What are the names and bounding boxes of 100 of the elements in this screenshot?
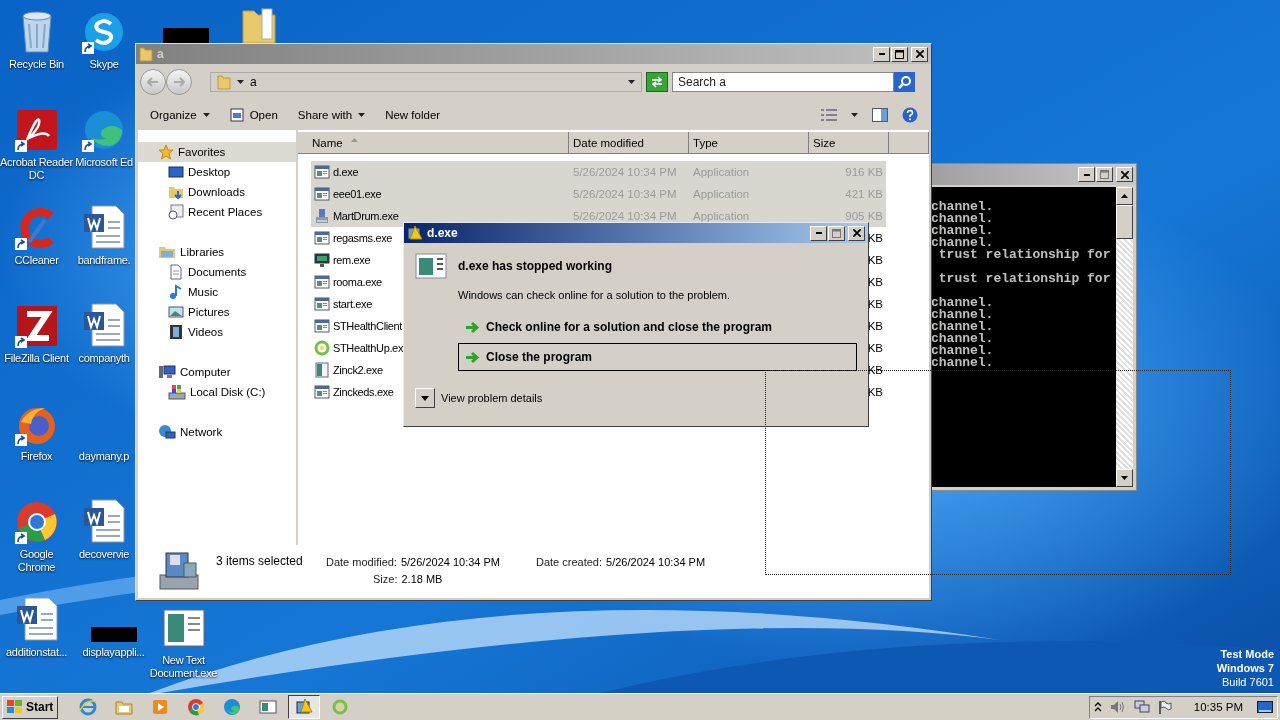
nav-item[interactable]: Favorites bbox=[138, 142, 296, 162]
maximize-icon bbox=[895, 49, 904, 59]
flag-icon[interactable] bbox=[1157, 700, 1172, 714]
windows-logo-icon bbox=[7, 700, 23, 714]
nav-item[interactable]: Computer bbox=[138, 362, 296, 382]
scroll-up-button[interactable] bbox=[1116, 187, 1133, 205]
desktop-shortcut[interactable]: additionstat... bbox=[0, 592, 73, 659]
word-document-icon bbox=[82, 498, 126, 544]
maximize-button[interactable] bbox=[828, 225, 845, 241]
file-name[interactable]: start.exe bbox=[311, 293, 375, 315]
column-header[interactable]: Date modified bbox=[569, 132, 689, 154]
minimize-button[interactable] bbox=[810, 225, 827, 241]
address-bar[interactable]: a bbox=[210, 72, 642, 92]
file-name[interactable]: STHealthClient bbox=[311, 315, 405, 337]
search-button[interactable] bbox=[894, 72, 915, 92]
download-folder-icon bbox=[168, 184, 184, 200]
desktop-icon bbox=[168, 164, 184, 180]
file-name[interactable]: Zinckeds.exe bbox=[311, 381, 396, 403]
chevron-up-icon[interactable] bbox=[1093, 702, 1102, 712]
caret-icon bbox=[237, 80, 244, 84]
pictures-icon bbox=[168, 304, 184, 320]
nav-item[interactable]: Libraries bbox=[138, 242, 296, 262]
nav-item[interactable]: Downloads bbox=[138, 182, 296, 202]
detail-value: 5/26/2024 10:34 PM bbox=[400, 556, 500, 568]
watermark-text: Windows 7 bbox=[1216, 661, 1274, 675]
column-header[interactable]: Size bbox=[809, 132, 889, 154]
nav-item[interactable]: Music bbox=[138, 282, 296, 302]
scroll-thumb[interactable] bbox=[1116, 205, 1133, 239]
desktop-shortcut[interactable]: Acrobat Reader DC bbox=[0, 102, 73, 182]
desktop-shortcut[interactable]: Skype bbox=[73, 4, 135, 71]
maximize-button[interactable] bbox=[1096, 167, 1113, 182]
star-icon bbox=[158, 144, 174, 160]
command-link[interactable]: Check online for a solution and close the program bbox=[458, 313, 857, 341]
minimize-button[interactable] bbox=[873, 46, 890, 62]
start-button[interactable]: Start bbox=[2, 695, 59, 719]
nav-item[interactable]: Pictures bbox=[138, 302, 296, 322]
folder-icon bbox=[115, 698, 134, 716]
size-cell: 916 KB bbox=[809, 161, 886, 183]
scrollbar[interactable] bbox=[1116, 187, 1133, 487]
desktop-shortcut[interactable]: bandframe. bbox=[73, 200, 135, 267]
desktop-shortcut[interactable]: CCleaner bbox=[0, 200, 73, 267]
column-header[interactable]: Name bbox=[298, 132, 569, 154]
detail-label: Size: bbox=[373, 573, 398, 585]
library-icon bbox=[158, 244, 176, 260]
nav-item[interactable]: Network bbox=[138, 422, 296, 442]
file-name[interactable]: STHealthUp.ex bbox=[311, 337, 406, 359]
nav-item[interactable]: Desktop bbox=[138, 162, 296, 182]
file-name[interactable]: Zinck2.exe bbox=[311, 359, 385, 381]
command-link[interactable]: Close the program bbox=[458, 343, 857, 371]
expand-button[interactable] bbox=[415, 388, 435, 408]
nav-item[interactable]: Local Disk (C:) bbox=[138, 382, 296, 402]
console-line: channel. bbox=[931, 297, 995, 309]
clock[interactable]: 10:35 PM bbox=[1193, 701, 1243, 713]
minimize-button[interactable] bbox=[1078, 167, 1095, 182]
refresh-icon bbox=[650, 76, 664, 88]
nav-item[interactable]: Recent Places bbox=[138, 202, 296, 222]
folder-icon bbox=[242, 5, 276, 43]
desktop-shortcut[interactable]: displayappli... bbox=[77, 592, 150, 659]
scroll-down-button[interactable] bbox=[1116, 469, 1133, 487]
file-name[interactable]: rem.exe bbox=[311, 249, 373, 271]
console-line: channel. bbox=[931, 237, 994, 249]
desktop-shortcut[interactable]: FileZilla Client bbox=[0, 298, 73, 365]
redacted-icon bbox=[90, 627, 137, 642]
close-icon bbox=[1120, 170, 1129, 179]
details-toggle-label[interactable]: View problem details bbox=[441, 392, 543, 404]
speaker-icon[interactable] bbox=[1109, 700, 1126, 714]
close-button[interactable] bbox=[848, 225, 865, 241]
nav-item[interactable]: Documents bbox=[138, 262, 296, 282]
desktop-shortcut[interactable]: Google Chrome bbox=[0, 494, 73, 574]
column-header[interactable]: Type bbox=[689, 132, 809, 154]
music-note-icon bbox=[168, 284, 184, 300]
desktop-shortcut[interactable]: New Text Document.exe bbox=[147, 600, 220, 680]
show-desktop-button[interactable] bbox=[1257, 701, 1273, 713]
caret-icon bbox=[202, 113, 210, 117]
redacted-icon bbox=[163, 28, 209, 43]
search-field[interactable]: Search a bbox=[672, 72, 894, 92]
file-name[interactable]: regasms.exe bbox=[311, 227, 395, 249]
monitor-icon bbox=[314, 252, 330, 268]
maximize-button[interactable] bbox=[891, 46, 908, 62]
file-name[interactable]: eee01.exe bbox=[311, 183, 569, 205]
desktop-shortcut[interactable]: decovervie bbox=[73, 494, 135, 561]
desktop-shortcut[interactable]: companyth bbox=[73, 298, 135, 365]
desktop-shortcut[interactable]: Microsoft Ed bbox=[73, 102, 135, 169]
file-name[interactable]: d.exe bbox=[311, 161, 569, 183]
desktop-shortcut[interactable]: Recycle Bin bbox=[0, 4, 73, 71]
desktop-shortcut[interactable]: daymany.p bbox=[73, 396, 135, 463]
toolbar-button[interactable]: Organize bbox=[142, 106, 218, 124]
desktop-shortcut[interactable]: Firefox bbox=[0, 396, 73, 463]
toolbar-button[interactable]: Share with bbox=[289, 106, 374, 124]
toolbar-button[interactable]: Open bbox=[221, 105, 286, 125]
close-button[interactable] bbox=[1116, 167, 1133, 182]
nav-item[interactable]: Videos bbox=[138, 322, 296, 342]
ftp-app-icon bbox=[14, 304, 59, 348]
refresh-button[interactable] bbox=[646, 72, 668, 92]
taskbar-button[interactable] bbox=[288, 695, 321, 719]
file-name[interactable]: rooma.exe bbox=[311, 271, 384, 293]
toolbar-button[interactable]: New folder bbox=[377, 106, 449, 124]
close-button[interactable] bbox=[911, 46, 928, 62]
desktop-shortcut[interactable] bbox=[242, 5, 276, 43]
network-icon[interactable] bbox=[1133, 700, 1150, 714]
